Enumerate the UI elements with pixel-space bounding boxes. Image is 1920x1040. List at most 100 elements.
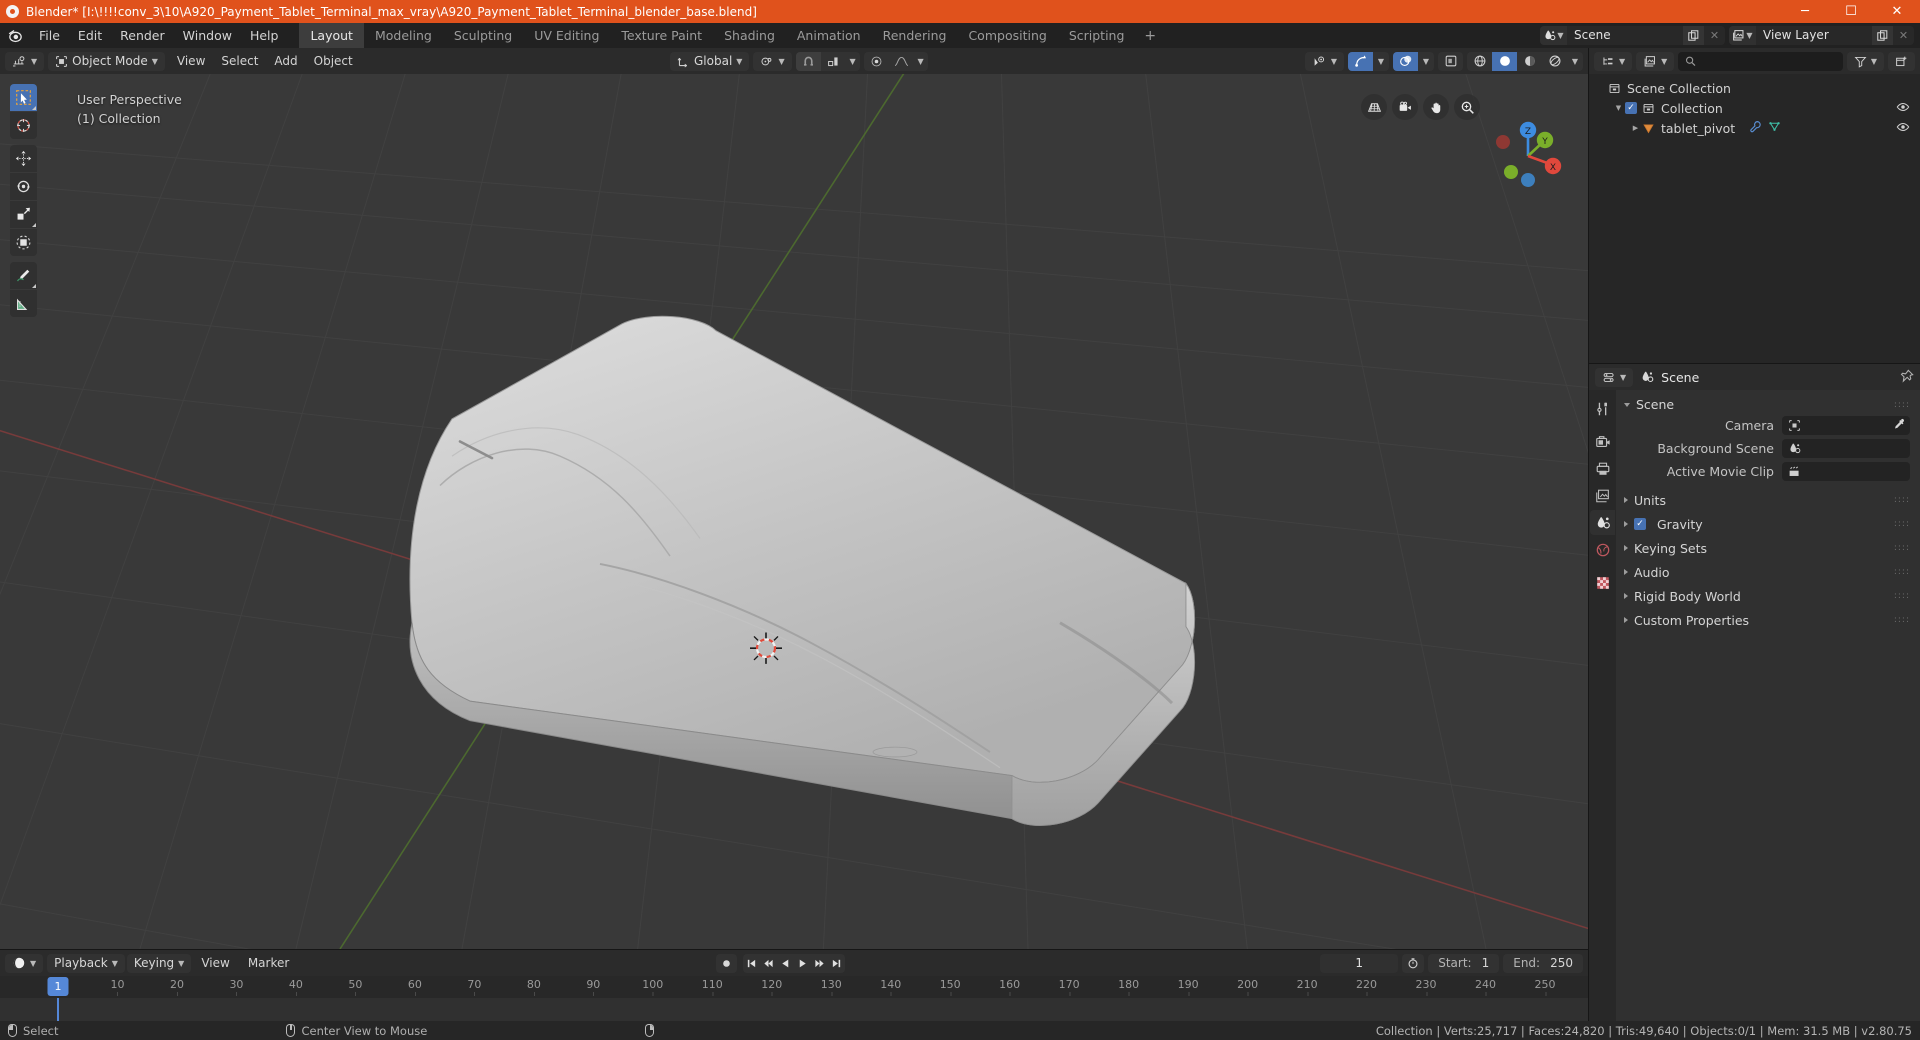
proportional-editing-icon[interactable] [864, 52, 889, 71]
tab-layout[interactable]: Layout [299, 23, 364, 48]
jump-to-start-button[interactable] [743, 954, 760, 973]
menu-edit[interactable]: Edit [69, 23, 111, 48]
mesh-data-triangle-icon[interactable] [1768, 120, 1781, 136]
snap-target-icon[interactable] [821, 52, 846, 71]
timeline-ruler[interactable]: 1 10 20 30 40 50 60 70 80 90 100 110 120 130 140 150 160… [0, 976, 1588, 998]
timeline-menu-view[interactable]: View [193, 954, 237, 973]
snap-dropdown-chevron-icon[interactable]: ▼ [846, 52, 860, 71]
next-keyframe-button[interactable] [811, 954, 828, 973]
tab-shading[interactable]: Shading [713, 23, 786, 48]
property-section-audio[interactable]: Audio:::: [1616, 560, 1920, 584]
timeline-menu-keying[interactable]: Keying ▼ [126, 953, 192, 973]
tab-animation[interactable]: Animation [786, 23, 872, 48]
texture-tab[interactable] [1590, 570, 1615, 595]
view-layer-name-field[interactable]: View Layer [1756, 26, 1872, 45]
gizmo-toggle-icon[interactable] [1348, 51, 1373, 71]
panel-drag-handle[interactable]: :::: [1894, 495, 1910, 505]
viewport-menu-add[interactable]: Add [266, 52, 305, 71]
tab-rendering[interactable]: Rendering [872, 23, 958, 48]
jump-to-end-button[interactable] [828, 954, 845, 973]
3d-viewport[interactable]: User Perspective (1) Collection Z Y X [0, 74, 1588, 949]
play-reverse-button[interactable] [777, 954, 794, 973]
delete-scene-button[interactable]: ✕ [1704, 26, 1725, 45]
outliner-search-input[interactable] [1701, 54, 1836, 68]
modifier-wrench-icon[interactable] [1749, 120, 1762, 136]
property-section-units[interactable]: Units:::: [1616, 488, 1920, 512]
move-tool[interactable] [10, 145, 37, 172]
tab-sculpting[interactable]: Sculpting [443, 23, 523, 48]
magnet-icon[interactable] [795, 51, 821, 71]
view-layer-tab[interactable] [1590, 483, 1615, 508]
minimize-button[interactable]: ─ [1782, 0, 1828, 23]
new-view-layer-button[interactable] [1872, 26, 1893, 45]
rendered-shading-icon[interactable] [1542, 52, 1567, 71]
visibility-eye-icon[interactable] [1896, 100, 1910, 117]
measure-tool[interactable] [10, 290, 37, 317]
annotate-tool[interactable] [10, 262, 37, 289]
scale-tool[interactable] [10, 201, 37, 228]
new-collection-button[interactable] [1888, 51, 1915, 71]
panel-drag-handle[interactable]: :::: [1894, 519, 1910, 529]
property-section-keying-sets[interactable]: Keying Sets:::: [1616, 536, 1920, 560]
rotate-tool[interactable] [10, 173, 37, 200]
outliner-row[interactable]: ▼ ✓ Collection [1589, 98, 1920, 118]
material-preview-shading-icon[interactable] [1517, 52, 1542, 71]
grid-toggle-icon[interactable] [1361, 94, 1387, 120]
tab-compositing[interactable]: Compositing [957, 23, 1057, 48]
cursor-tool[interactable] [10, 112, 37, 139]
pin-id-icon[interactable] [1900, 369, 1914, 386]
falloff-curve-icon[interactable] [889, 52, 914, 71]
blender-logo-icon[interactable] [0, 23, 30, 48]
new-scene-button[interactable] [1683, 26, 1704, 45]
close-button[interactable]: ✕ [1874, 0, 1920, 23]
transform-tool[interactable] [10, 229, 37, 256]
start-frame-field[interactable]: Start: 1 [1428, 953, 1500, 973]
gizmo-dropdown-chevron-icon[interactable]: ▼ [1373, 52, 1389, 71]
outliner-filter-button[interactable]: ▼ [1846, 51, 1884, 71]
transform-orientation-selector[interactable]: Global ▼ [670, 51, 750, 71]
navigation-gizmo[interactable]: Z Y X [1486, 114, 1570, 198]
property-id-field[interactable] [1782, 462, 1910, 481]
collection-checkbox[interactable]: ✓ [1625, 102, 1637, 114]
xray-toggle-icon[interactable] [1438, 52, 1463, 71]
add-workspace-button[interactable]: + [1135, 23, 1165, 48]
previous-keyframe-button[interactable] [760, 954, 777, 973]
menu-file[interactable]: File [30, 23, 69, 48]
shading-dropdown-chevron-icon[interactable]: ▼ [1567, 52, 1583, 71]
panel-drag-handle[interactable]: :::: [1894, 400, 1910, 410]
tweak-select-tool[interactable] [10, 84, 37, 111]
output-tab[interactable] [1590, 456, 1615, 481]
pivot-point-selector[interactable]: ▼ [753, 51, 792, 71]
maximize-button[interactable]: ☐ [1828, 0, 1874, 23]
property-section-rigid-body-world[interactable]: Rigid Body World:::: [1616, 584, 1920, 608]
property-id-field[interactable] [1782, 416, 1910, 435]
timeline-editor-type-selector[interactable]: ▼ [5, 953, 44, 973]
timeline-menu-marker[interactable]: Marker [240, 954, 297, 973]
tab-texture-paint[interactable]: Texture Paint [610, 23, 713, 48]
visibility-eye-icon[interactable] [1896, 120, 1910, 137]
scene-panel-header[interactable]: Scene :::: [1616, 394, 1920, 415]
wireframe-shading-icon[interactable] [1467, 52, 1492, 71]
render-tab[interactable] [1590, 429, 1615, 454]
tab-scripting[interactable]: Scripting [1058, 23, 1136, 48]
eyedropper-icon[interactable] [1892, 418, 1905, 434]
menu-help[interactable]: Help [241, 23, 288, 48]
current-frame-field[interactable]: 1 [1320, 953, 1399, 973]
menu-render[interactable]: Render [111, 23, 174, 48]
menu-window[interactable]: Window [174, 23, 241, 48]
play-button[interactable] [794, 954, 811, 973]
outliner-row[interactable]: Scene Collection [1589, 78, 1920, 98]
world-tab[interactable] [1590, 537, 1615, 562]
property-section-custom-properties[interactable]: Custom Properties:::: [1616, 608, 1920, 632]
property-section-gravity[interactable]: ✓ Gravity:::: [1616, 512, 1920, 536]
timeline-track[interactable] [0, 998, 1588, 1021]
section-checkbox[interactable]: ✓ [1634, 518, 1646, 530]
camera-view-icon[interactable] [1392, 94, 1418, 120]
viewport-menu-view[interactable]: View [169, 52, 213, 71]
visibility-selector[interactable]: ▼ [1304, 51, 1344, 71]
panel-drag-handle[interactable]: :::: [1894, 543, 1910, 553]
outliner-search-box[interactable] [1678, 51, 1843, 71]
panel-drag-handle[interactable]: :::: [1894, 615, 1910, 625]
view-layer-selector[interactable]: ▼ View Layer ✕ [1729, 26, 1914, 45]
end-frame-field[interactable]: End: 250 [1503, 953, 1583, 973]
